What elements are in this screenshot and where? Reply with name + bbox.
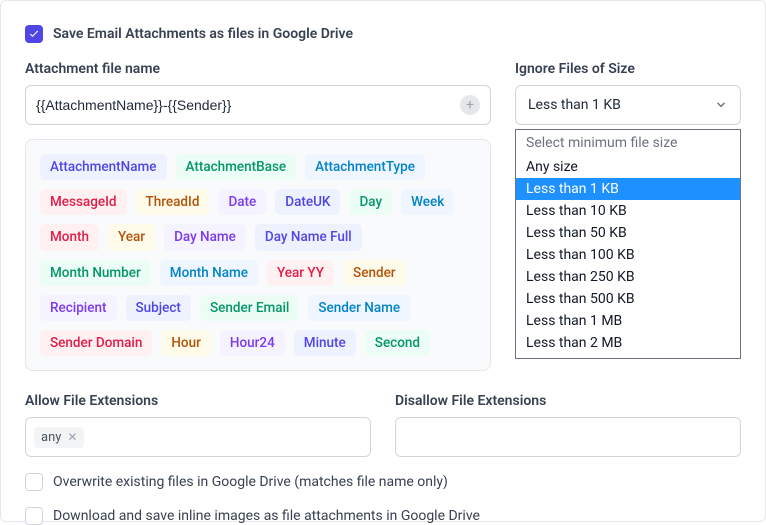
token-messageid[interactable]: MessageId bbox=[40, 189, 127, 215]
ignore-size-prompt: Select minimum file size bbox=[516, 130, 740, 156]
ignore-size-option[interactable]: Less than 50 KB bbox=[516, 222, 740, 244]
attachment-name-input[interactable] bbox=[36, 97, 460, 113]
ignore-size-option[interactable]: Any size bbox=[516, 156, 740, 178]
token-hour24[interactable]: Hour24 bbox=[220, 330, 285, 356]
allow-ext-label: Allow File Extensions bbox=[25, 393, 371, 409]
token-month[interactable]: Month bbox=[40, 224, 99, 250]
ignore-size-option[interactable]: Less than 100 KB bbox=[516, 244, 740, 266]
token-subject[interactable]: Subject bbox=[126, 295, 191, 321]
enable-label: Save Email Attachments as files in Googl… bbox=[53, 26, 353, 42]
token-day-name[interactable]: Day Name bbox=[164, 224, 246, 250]
token-recipient[interactable]: Recipient bbox=[40, 295, 117, 321]
token-attachmentbase[interactable]: AttachmentBase bbox=[176, 154, 297, 180]
token-hour[interactable]: Hour bbox=[161, 330, 211, 356]
token-month-name[interactable]: Month Name bbox=[160, 260, 258, 286]
ignore-size-option[interactable]: Less than 1 MB bbox=[516, 310, 740, 332]
chevron-down-icon bbox=[714, 98, 728, 112]
token-threadid[interactable]: ThreadId bbox=[136, 189, 210, 215]
inline-images-checkbox[interactable] bbox=[25, 507, 43, 525]
plus-icon: + bbox=[466, 97, 474, 113]
token-sender-name[interactable]: Sender Name bbox=[308, 295, 410, 321]
check-icon bbox=[28, 28, 40, 40]
token-dateuk[interactable]: DateUK bbox=[275, 189, 340, 215]
token-day-name-full[interactable]: Day Name Full bbox=[255, 224, 362, 250]
enable-checkbox[interactable] bbox=[25, 25, 43, 43]
token-week[interactable]: Week bbox=[401, 189, 454, 215]
attachment-name-input-wrap: + bbox=[25, 85, 491, 125]
token-minute[interactable]: Minute bbox=[294, 330, 356, 356]
ignore-size-value: Less than 1 KB bbox=[528, 97, 621, 113]
token-sender-email[interactable]: Sender Email bbox=[200, 295, 299, 321]
ignore-size-option[interactable]: Less than 2 MB bbox=[516, 332, 740, 354]
ignore-size-label: Ignore Files of Size bbox=[515, 61, 741, 77]
token-year[interactable]: Year bbox=[108, 224, 155, 250]
ignore-size-dropdown: Select minimum file size Any sizeLess th… bbox=[515, 129, 741, 359]
ignore-size-option[interactable]: Less than 5 MB bbox=[516, 354, 740, 359]
remove-tag-icon[interactable]: ✕ bbox=[67, 431, 77, 443]
disallow-ext-input[interactable] bbox=[395, 417, 741, 457]
attachment-name-label: Attachment file name bbox=[25, 61, 491, 77]
token-attachmenttype[interactable]: AttachmentType bbox=[305, 154, 425, 180]
token-attachmentname[interactable]: AttachmentName bbox=[40, 154, 167, 180]
ignore-size-select[interactable]: Less than 1 KB bbox=[515, 85, 741, 125]
token-day[interactable]: Day bbox=[349, 189, 392, 215]
ignore-size-option[interactable]: Less than 500 KB bbox=[516, 288, 740, 310]
token-panel: AttachmentName AttachmentBase AttachmentTy… bbox=[25, 139, 491, 371]
ignore-size-option[interactable]: Less than 10 KB bbox=[516, 200, 740, 222]
disallow-ext-label: Disallow File Extensions bbox=[395, 393, 741, 409]
insert-token-button[interactable]: + bbox=[460, 95, 480, 115]
allow-ext-input[interactable]: any ✕ bbox=[25, 417, 371, 457]
ignore-size-option[interactable]: Less than 1 KB bbox=[516, 178, 740, 200]
tag-label: any bbox=[41, 430, 61, 445]
overwrite-label: Overwrite existing files in Google Drive… bbox=[53, 474, 448, 490]
allow-ext-tag: any ✕ bbox=[34, 427, 84, 448]
token-second[interactable]: Second bbox=[365, 330, 430, 356]
ignore-size-option[interactable]: Less than 250 KB bbox=[516, 266, 740, 288]
token-month-number[interactable]: Month Number bbox=[40, 260, 151, 286]
token-sender[interactable]: Sender bbox=[343, 260, 406, 286]
overwrite-checkbox[interactable] bbox=[25, 473, 43, 491]
token-date[interactable]: Date bbox=[218, 189, 266, 215]
token-sender-domain[interactable]: Sender Domain bbox=[40, 330, 152, 356]
token-year-yy[interactable]: Year YY bbox=[267, 260, 334, 286]
